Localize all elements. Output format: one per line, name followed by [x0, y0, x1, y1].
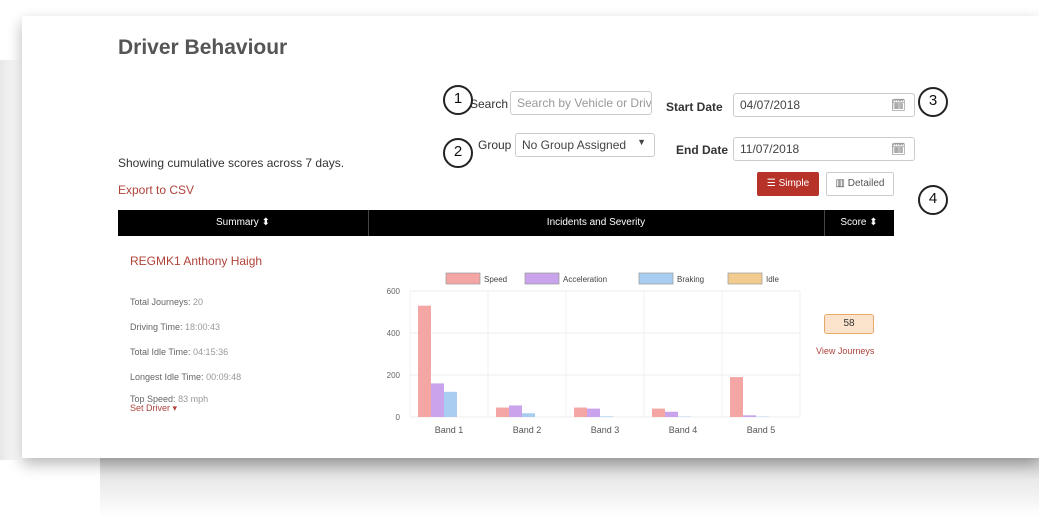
bar-speed [730, 377, 743, 417]
bar-speed [496, 407, 509, 417]
bar-acceleration [431, 383, 444, 417]
x-tick-label: Band 4 [669, 425, 698, 435]
search-placeholder: Search by Vehicle or Driv [517, 96, 652, 110]
cumulative-info: Showing cumulative scores across 7 days. [118, 156, 345, 170]
stat-total-journeys: Total Journeys: 20 [130, 297, 203, 307]
detailed-view-label: Detailed [847, 178, 885, 189]
stat-driving-time: Driving Time: 18:00:43 [130, 322, 220, 332]
x-tick-label: Band 5 [747, 425, 776, 435]
backdrop-shadow-left [0, 60, 20, 460]
legend-swatch [727, 272, 763, 285]
stat-label: Longest Idle Time: [130, 372, 204, 382]
start-date-value: 04/07/2018 [740, 98, 801, 112]
x-tick-label: Band 2 [513, 425, 542, 435]
stat-label: Driving Time: [130, 322, 183, 332]
legend-label: Acceleration [563, 275, 607, 284]
bar-braking [444, 391, 457, 417]
stat-value: 04:15:36 [193, 347, 229, 357]
stat-value: 00:09:48 [206, 372, 242, 382]
summary-header[interactable]: Summary ⬍ [118, 210, 368, 236]
legend-swatch [524, 272, 560, 285]
view-journeys-link[interactable]: View Journeys [816, 346, 874, 356]
list-icon: ☰ [766, 178, 779, 189]
callout-3: 3 [918, 87, 948, 117]
callout-4: 4 [918, 185, 948, 215]
search-label: Search [470, 97, 509, 111]
score-badge: 58 [824, 314, 874, 334]
bar-speed [652, 408, 665, 417]
incidents-chart: 0 200 400 600 Band 1 Band 2 Band 3 Band 4 Band 5… [387, 272, 801, 435]
page-title: Driver Behaviour [118, 36, 288, 59]
legend-label: Braking [677, 275, 704, 284]
bar-acceleration [587, 408, 600, 417]
detailed-view-button[interactable]: ▥ Detailed [826, 172, 894, 196]
bar-acceleration [665, 411, 678, 417]
search-input[interactable]: Search by Vehicle or Driv [510, 91, 652, 115]
group-select-value: No Group Assigned [522, 138, 627, 152]
backdrop-shadow-bottom [100, 455, 1039, 517]
legend-label: Idle [766, 275, 779, 284]
group-label: Group [478, 138, 512, 152]
bar-acceleration [743, 415, 756, 417]
bar-speed [574, 407, 587, 417]
stat-value: 18:00:43 [185, 322, 221, 332]
y-tick-label: 200 [387, 371, 401, 380]
export-csv-link[interactable]: Export to CSV [118, 183, 194, 197]
driver-name-link[interactable]: REGMK1 Anthony Haigh [130, 254, 262, 268]
bar-braking [522, 413, 535, 417]
simple-view-button[interactable]: ☰ Simple [757, 172, 819, 196]
legend-swatch [638, 272, 674, 285]
stat-longest-idle-time: Longest Idle Time: 00:09:48 [130, 372, 241, 382]
y-tick-label: 400 [387, 329, 401, 338]
end-date-input[interactable]: 11/07/2018 🗓 [733, 137, 915, 161]
set-driver-dropdown[interactable]: Set Driver ▾ [130, 403, 177, 414]
score-header[interactable]: Score ⬍ [824, 210, 894, 236]
x-tick-label: Band 3 [591, 425, 620, 435]
stat-value: 20 [193, 297, 204, 307]
table-header: Summary ⬍ Incidents and Severity Score ⬍ [118, 210, 894, 236]
stat-value: 83 mph [178, 394, 209, 404]
end-date-label: End Date [676, 143, 729, 157]
end-date-value: 11/07/2018 [740, 142, 800, 156]
start-date-input[interactable]: 04/07/2018 🗓 [733, 93, 915, 117]
bar-acceleration [509, 405, 522, 417]
callout-1: 1 [443, 85, 473, 115]
calendar-icon[interactable]: 🗓 [891, 98, 906, 112]
y-tick-label: 600 [387, 287, 401, 296]
simple-view-label: Simple [778, 178, 810, 189]
bar-braking [600, 416, 613, 417]
stat-label: Total Journeys: [130, 297, 191, 307]
legend-label: Speed [484, 275, 507, 284]
incidents-header: Incidents and Severity [546, 217, 646, 228]
stat-total-idle-time: Total Idle Time: 04:15:36 [130, 347, 228, 357]
bar-chart-icon: ▥ [835, 178, 848, 189]
callout-2: 2 [443, 138, 473, 168]
caret-down-icon: ▼ [637, 137, 646, 147]
calendar-icon[interactable]: 🗓 [891, 142, 906, 156]
group-select[interactable]: No Group Assigned ▼ [515, 133, 655, 157]
start-date-label: Start Date [666, 100, 723, 114]
bar-speed [418, 305, 431, 417]
legend-swatch [445, 272, 481, 285]
x-tick-label: Band 1 [435, 425, 464, 435]
y-tick-label: 0 [396, 413, 401, 422]
stat-label: Total Idle Time: [130, 347, 191, 357]
